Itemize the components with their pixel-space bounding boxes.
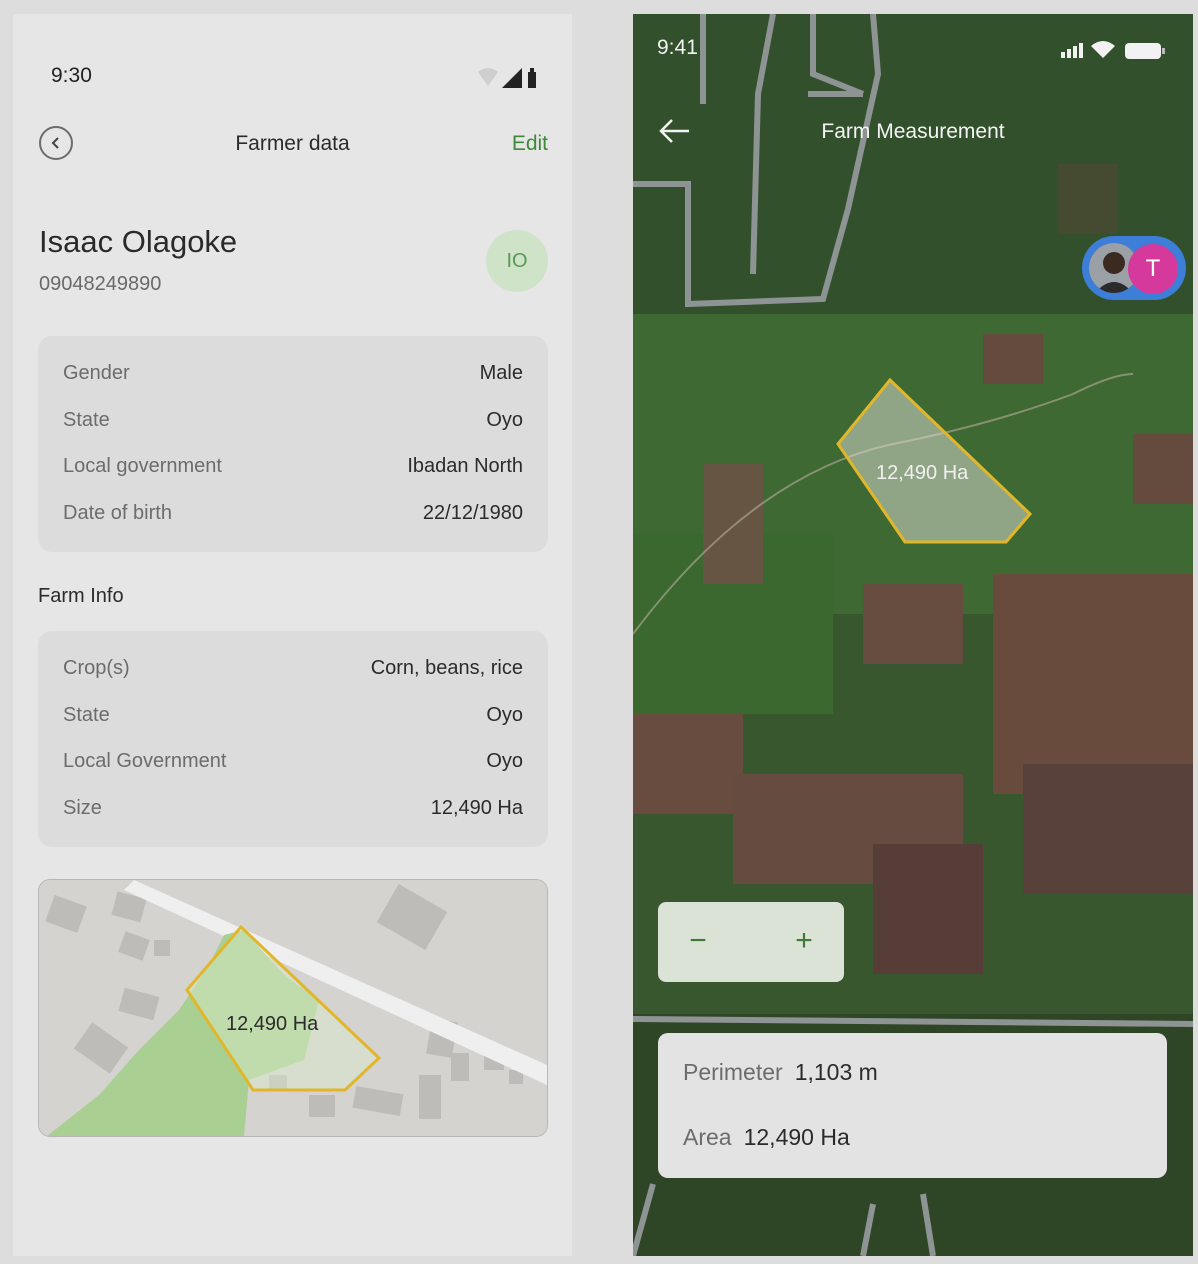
minimap-area-label: 12,490 Ha	[226, 1013, 319, 1035]
page-title: Farm Measurement	[821, 120, 1005, 143]
status-time: 9:41	[657, 36, 698, 59]
polygon-area-label: 12,490 Ha	[876, 462, 969, 484]
battery-icon	[528, 72, 536, 88]
status-icons	[1061, 38, 1171, 62]
farm-value: Oyo	[486, 750, 523, 772]
farm-label: Crop(s)	[63, 657, 130, 679]
info-label: Local government	[63, 455, 222, 477]
signal-icon	[502, 68, 522, 88]
farm-label: Local Government	[63, 750, 227, 772]
farm-measurement-screen: 9:41 Farm Measurement T 12,490 Ha − + Pe…	[633, 14, 1193, 1256]
perimeter-row: Perimeter 1,103 m	[683, 1059, 878, 1086]
battery-icon	[1125, 43, 1161, 59]
area-value: 12,490 Ha	[743, 1124, 850, 1150]
farm-row-state: State Oyo	[63, 704, 523, 734]
farm-minimap[interactable]: 12,490 Ha	[38, 879, 548, 1137]
zoom-out-button[interactable]: −	[673, 918, 723, 964]
info-value: Male	[479, 362, 523, 384]
farm-label: Size	[63, 797, 102, 819]
farmer-name: Isaac Olagoke	[39, 224, 238, 259]
info-value: Oyo	[486, 409, 523, 431]
zoom-controls: − +	[658, 902, 844, 982]
wifi-icon	[1091, 41, 1115, 58]
edit-button[interactable]: Edit	[512, 132, 548, 156]
perimeter-label: Perimeter	[683, 1059, 783, 1085]
info-value: Ibadan North	[407, 455, 523, 477]
perimeter-value: 1,103 m	[794, 1059, 878, 1085]
info-row-state: State Oyo	[63, 409, 523, 439]
info-label: Gender	[63, 362, 130, 384]
info-label: Date of birth	[63, 502, 172, 524]
collaborator-avatars[interactable]: T	[1082, 236, 1186, 300]
area-label: Area	[683, 1124, 732, 1150]
farm-info-card: Crop(s) Corn, beans, rice State Oyo Loca…	[38, 631, 548, 847]
signal-icon	[1061, 43, 1083, 58]
info-value: 22/12/1980	[422, 502, 523, 524]
farmer-data-screen: 9:30 Farmer data Edit Isaac Olagoke 0904…	[13, 14, 572, 1256]
info-label: State	[63, 409, 110, 431]
farm-row-size: Size 12,490 Ha	[63, 797, 523, 827]
avatar-initial: T	[1128, 244, 1178, 294]
farm-row-crops: Crop(s) Corn, beans, rice	[63, 657, 523, 687]
farm-value: Corn, beans, rice	[370, 657, 523, 679]
personal-info-card: Gender Male State Oyo Local government I…	[38, 336, 548, 552]
farm-row-local-government: Local Government Oyo	[63, 750, 523, 780]
measurement-card: Perimeter 1,103 m Area 12,490 Ha	[658, 1033, 1167, 1178]
wifi-icon	[478, 68, 498, 86]
status-icons	[476, 66, 536, 92]
farmer-phone: 09048249890	[39, 273, 162, 295]
farm-value: 12,490 Ha	[430, 797, 523, 819]
info-row-gender: Gender Male	[63, 362, 523, 392]
avatar: IO	[486, 230, 548, 292]
info-row-local-government: Local government Ibadan North	[63, 455, 523, 485]
farm-value: Oyo	[486, 704, 523, 726]
zoom-in-button[interactable]: +	[779, 918, 829, 964]
farm-info-heading: Farm Info	[38, 585, 124, 607]
page-title: Farmer data	[235, 132, 350, 155]
info-row-date-of-birth: Date of birth 22/12/1980	[63, 502, 523, 532]
farm-label: State	[63, 704, 110, 726]
area-row: Area 12,490 Ha	[683, 1124, 850, 1151]
minimap-graphic	[39, 880, 547, 1136]
status-time: 9:30	[51, 64, 92, 87]
